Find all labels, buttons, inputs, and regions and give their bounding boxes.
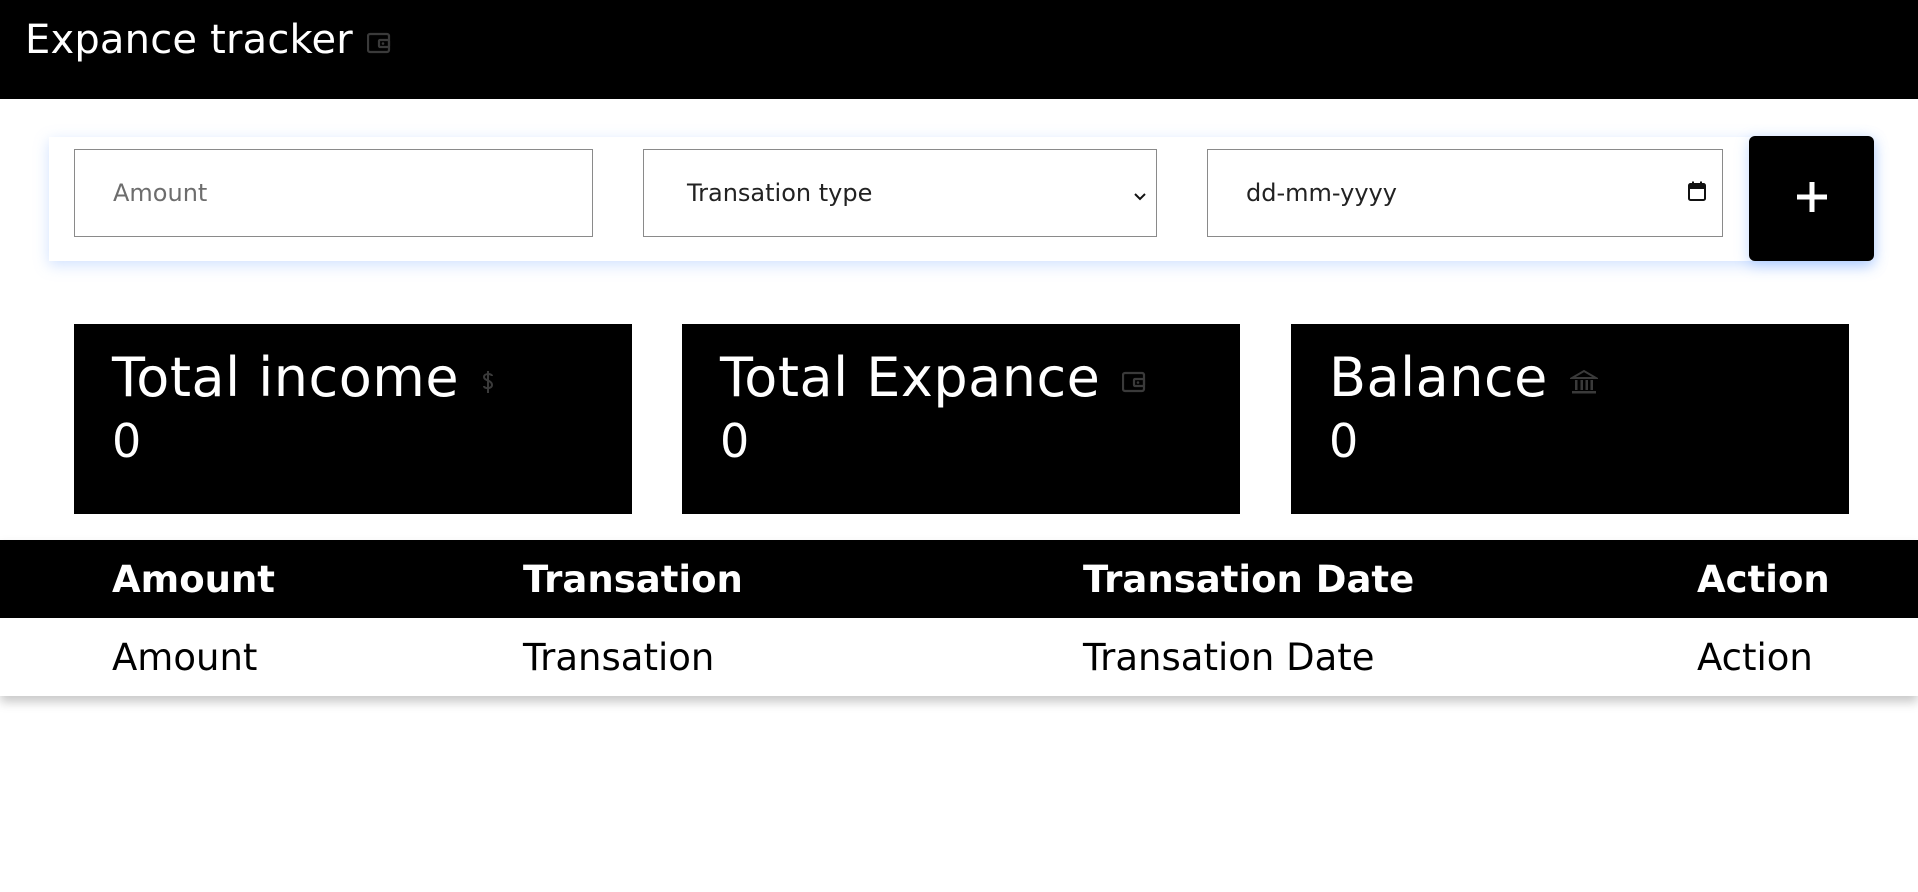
app-header: Expance tracker [0,0,1918,99]
amount-input[interactable] [74,149,593,237]
app-title: Expance tracker [25,16,353,63]
plus-icon [1795,180,1829,217]
chevron-down-icon [1134,179,1146,207]
transaction-type-select[interactable]: Transation type [643,149,1157,237]
column-header-amount: Amount [112,557,275,601]
total-income-card: Total income 0 [74,324,632,514]
total-expense-card: Total Expance 0 [682,324,1240,514]
dollar-icon [481,370,495,394]
transaction-type-value: Transation type [687,179,873,207]
table-header: Amount Transation Transation Date Action [0,540,1918,618]
cell-transaction-date: Transation Date [1083,635,1375,679]
balance-card: Balance 0 [1291,324,1849,514]
add-transaction-button[interactable] [1749,136,1874,261]
total-expense-title: Total Expance [720,345,1101,409]
calendar-icon[interactable] [1688,179,1706,207]
cell-amount: Amount [112,635,258,679]
column-header-action: Action [1697,557,1830,601]
total-expense-value: 0 [720,414,750,468]
total-income-value: 0 [112,414,142,468]
cell-transaction: Transation [523,635,715,679]
transaction-form: Transation type dd-mm-yyyy [49,136,1874,261]
table-row: Amount Transation Transation Date Action [0,618,1918,696]
bank-icon [1569,369,1598,395]
wallet-icon [366,32,391,54]
transactions-table: Amount Transation Transation Date Action… [0,540,1918,696]
date-placeholder: dd-mm-yyyy [1246,179,1397,207]
balance-value: 0 [1329,414,1359,468]
cell-action: Action [1697,635,1813,679]
wallet-icon [1122,371,1146,393]
column-header-transaction: Transation [523,557,743,601]
date-input[interactable]: dd-mm-yyyy [1207,149,1723,237]
column-header-transaction-date: Transation Date [1083,557,1415,601]
balance-title: Balance [1329,345,1548,409]
total-income-title: Total income [112,345,460,409]
